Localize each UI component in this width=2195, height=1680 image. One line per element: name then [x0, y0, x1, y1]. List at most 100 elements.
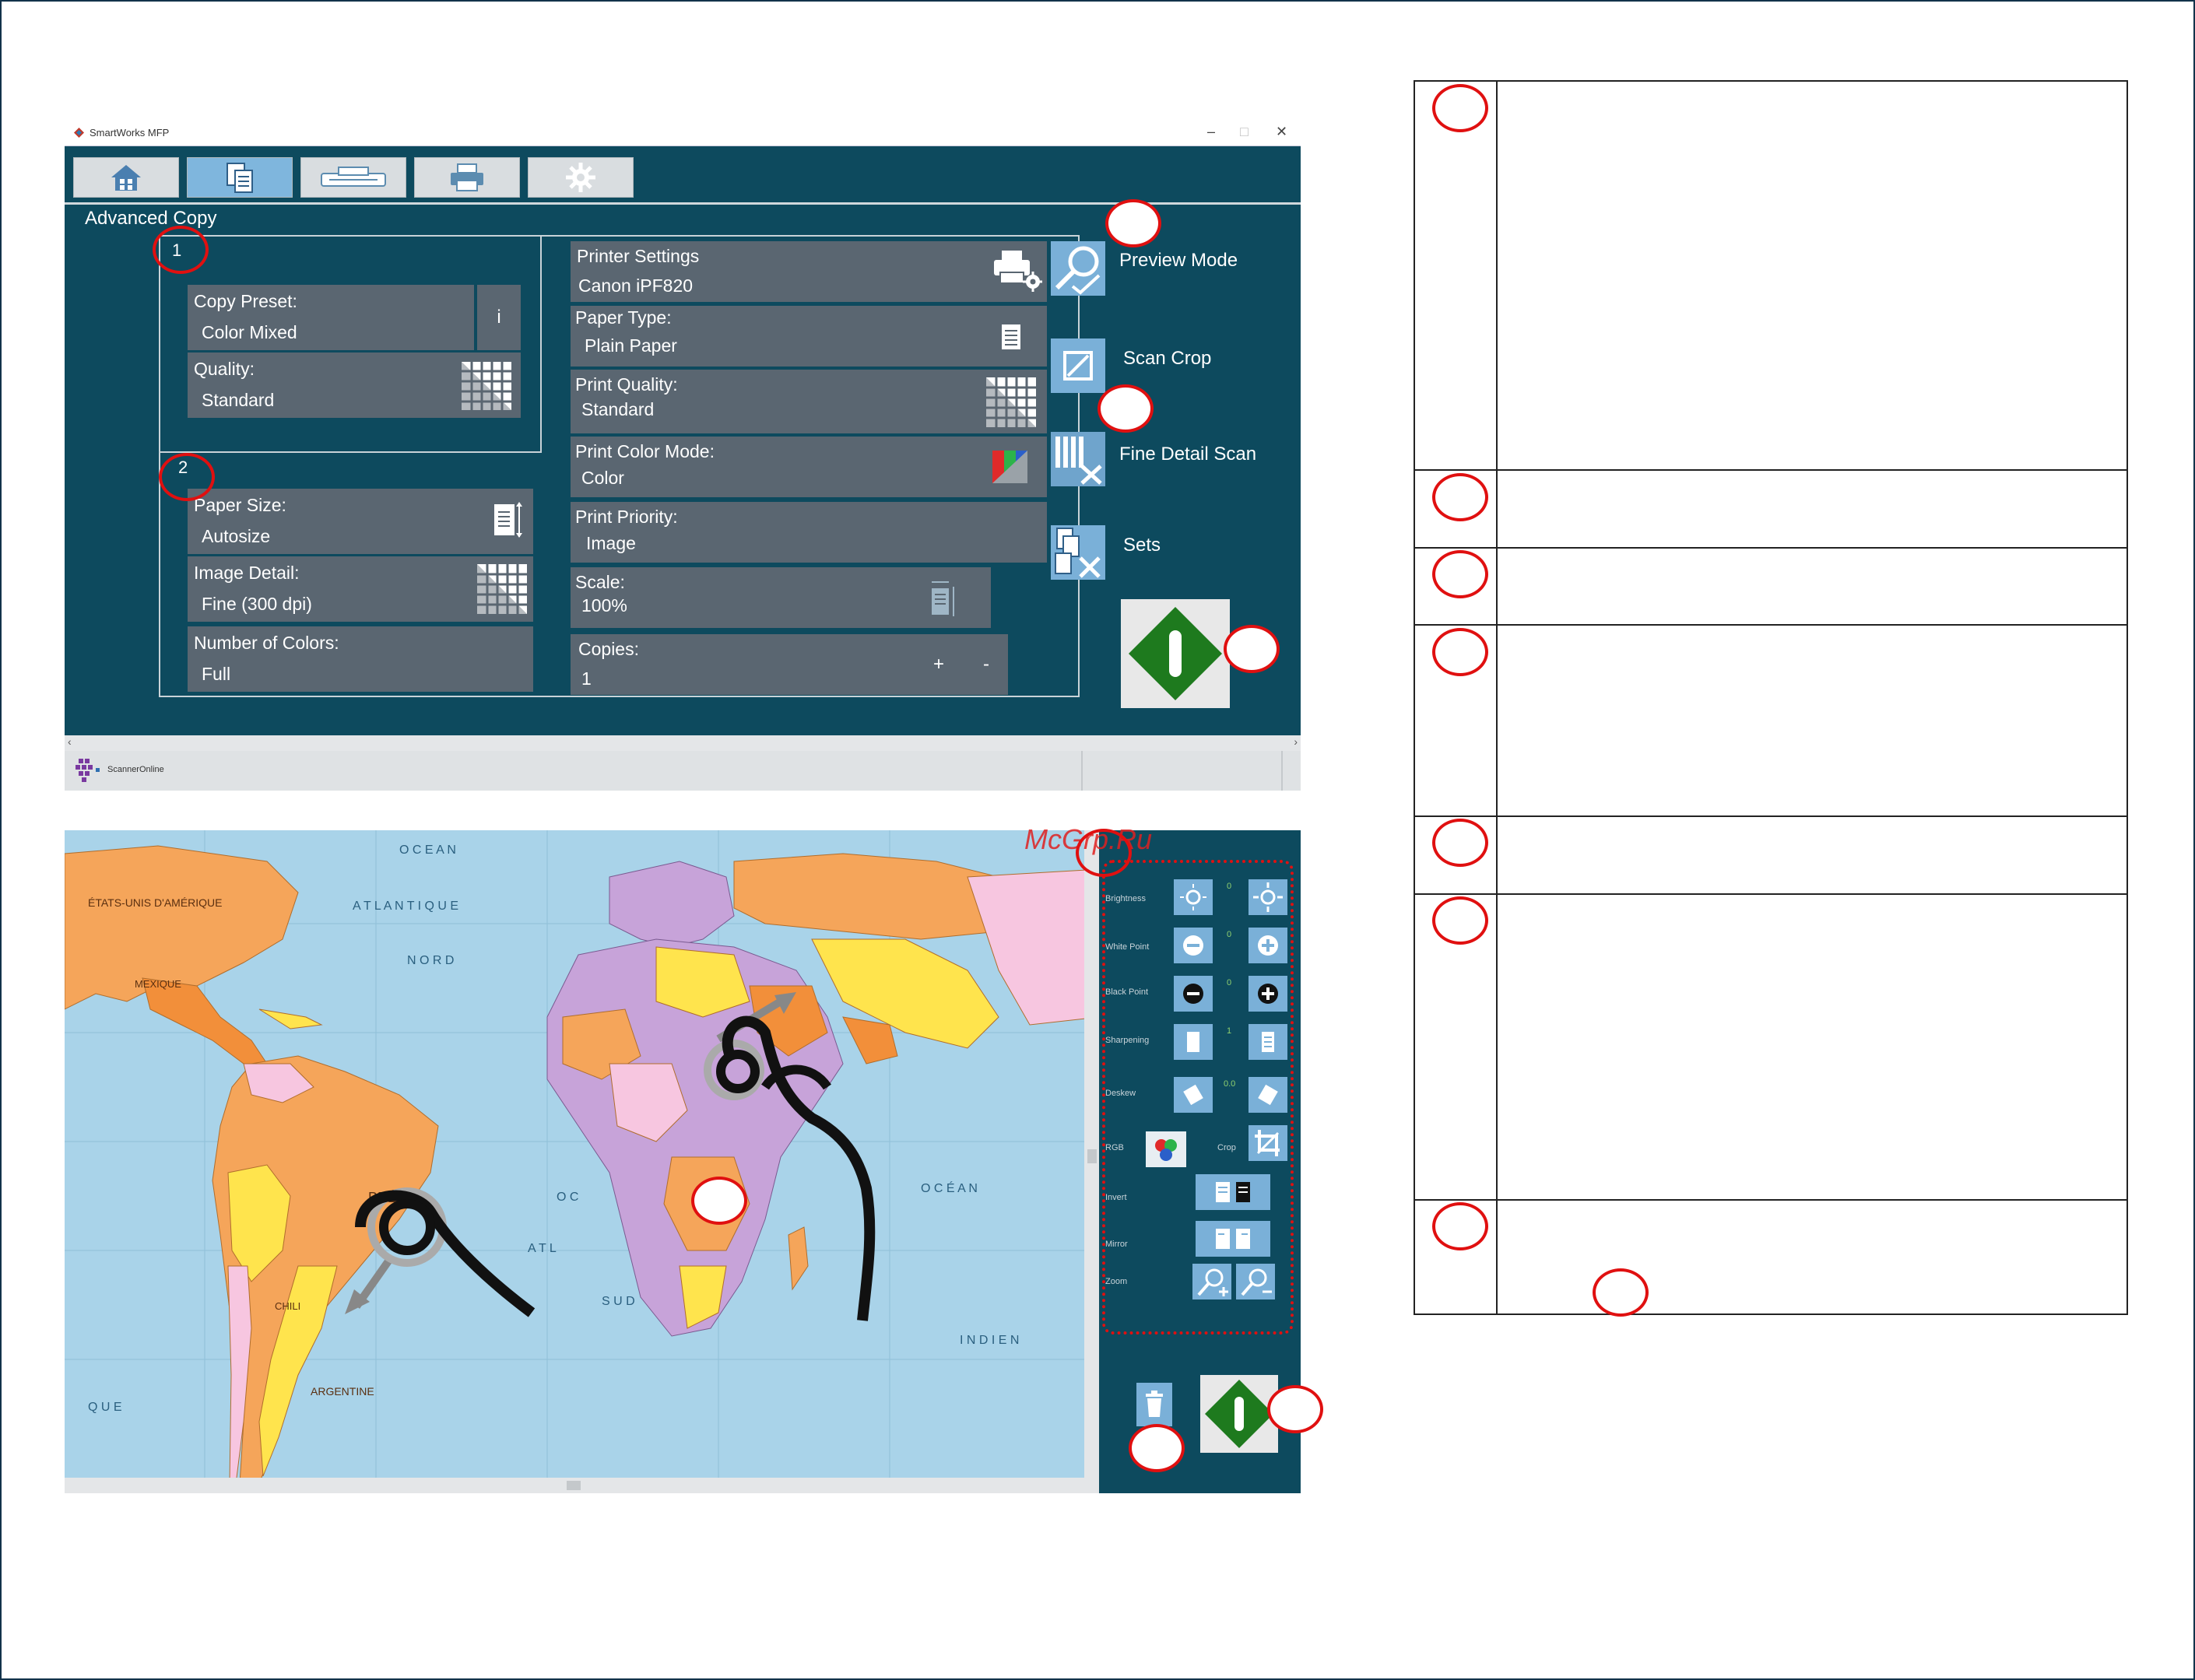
- copies-value: 1: [581, 668, 592, 689]
- scan-crop-label: Scan Crop: [1123, 348, 1212, 369]
- brightness-label: Brightness: [1105, 894, 1146, 903]
- map-label-ocean: O C E A N: [399, 844, 456, 857]
- quality-value: Standard: [202, 390, 275, 410]
- white-point-down-button[interactable]: [1174, 928, 1213, 963]
- zoom-in-button[interactable]: [1192, 1264, 1231, 1299]
- copies-minus-button[interactable]: -: [964, 634, 1008, 695]
- callout-circle: [691, 1177, 747, 1225]
- white-point-value: 0: [1227, 930, 1232, 939]
- trash-icon: [1146, 1391, 1163, 1417]
- status-bar: ScannerOnline: [65, 751, 1301, 791]
- number-of-colors-label: Number of Colors:: [194, 633, 339, 653]
- printer-gear-icon: [994, 251, 1042, 292]
- brightness-down-button[interactable]: [1174, 879, 1213, 915]
- callout-circle: [1432, 84, 1488, 132]
- print-priority-field[interactable]: Print Priority: Image: [571, 502, 1047, 563]
- start-copy-button[interactable]: [1121, 599, 1230, 708]
- white-point-label: White Point: [1105, 942, 1150, 952]
- zoom-in-icon: [1197, 1268, 1228, 1296]
- image-detail-field[interactable]: Image Detail: Fine (300 dpi): [188, 556, 533, 622]
- paper-size-label: Paper Size:: [194, 495, 286, 515]
- print-color-mode-value: Color: [581, 468, 624, 488]
- copy-icon: [227, 163, 253, 193]
- start-diamond-icon: [1129, 607, 1222, 700]
- scroll-left-icon[interactable]: ‹: [68, 735, 72, 748]
- map-label-mexique: MEXIQUE: [135, 978, 181, 990]
- tab-home[interactable]: [73, 157, 179, 198]
- deskew-value: 0.0: [1224, 1079, 1236, 1089]
- close-button[interactable]: ✕: [1276, 124, 1287, 140]
- print-quality-label: Print Quality:: [575, 374, 678, 395]
- invert-button[interactable]: [1196, 1174, 1270, 1210]
- paper-type-label: Paper Type:: [575, 307, 672, 328]
- status-divider: [1281, 751, 1283, 791]
- paper-size-field[interactable]: Paper Size: Autosize: [188, 489, 533, 554]
- callout-circle: [1129, 1424, 1185, 1472]
- paper-type-value: Plain Paper: [585, 335, 677, 356]
- quality-grid-icon: [462, 362, 511, 410]
- tab-scan[interactable]: [300, 157, 406, 198]
- number-of-colors-value: Full: [202, 664, 231, 684]
- zoom-out-icon: [1241, 1268, 1272, 1296]
- deskew-label: Deskew: [1105, 1089, 1136, 1098]
- scan-crop-button[interactable]: [1051, 338, 1105, 393]
- table-row: [1415, 817, 2127, 895]
- sharpening-down-button[interactable]: [1174, 1024, 1213, 1060]
- quality-field[interactable]: Quality: Standard: [188, 352, 521, 418]
- number-of-colors-field[interactable]: Number of Colors: Full: [188, 626, 533, 692]
- black-point-up-button[interactable]: [1249, 976, 1287, 1012]
- printer-settings-field[interactable]: Printer Settings Canon iPF820: [571, 241, 1047, 302]
- callout-circle: [159, 453, 215, 501]
- deskew-right-button[interactable]: [1249, 1077, 1287, 1113]
- scale-resize-button[interactable]: [917, 572, 971, 626]
- rgb-label: RGB: [1105, 1143, 1124, 1152]
- paper-type-field[interactable]: Paper Type: Plain Paper: [571, 306, 1047, 367]
- world-map-image: O C E A N A T L A N T I Q U E N O R D ÉT…: [65, 830, 1101, 1493]
- map-label-argentine: ARGENTINE: [311, 1385, 374, 1398]
- status-text: ScannerOnline: [107, 765, 164, 774]
- rgb-circles-icon: [1155, 1139, 1177, 1161]
- black-point-down-button[interactable]: [1174, 976, 1213, 1012]
- tab-copy[interactable]: [187, 157, 293, 198]
- deskew-left-button[interactable]: [1174, 1077, 1213, 1113]
- reference-table: [1414, 80, 2128, 1315]
- printer-settings-value: Canon iPF820: [578, 275, 694, 296]
- map-label-ocean-right: O C É A N: [921, 1180, 978, 1195]
- tab-print[interactable]: [414, 157, 520, 198]
- copies-plus-button[interactable]: +: [917, 634, 961, 695]
- copy-preset-label: Copy Preset:: [194, 291, 297, 311]
- brightness-value: 0: [1227, 882, 1232, 891]
- zoom-out-button[interactable]: [1236, 1264, 1275, 1299]
- brightness-up-button[interactable]: [1249, 879, 1287, 915]
- plus-circle-icon: [1258, 935, 1278, 956]
- rotate-left-icon: [1183, 1084, 1203, 1106]
- maximize-button[interactable]: □: [1240, 124, 1249, 140]
- tab-settings[interactable]: [528, 157, 634, 198]
- start-preview-copy-button[interactable]: [1200, 1375, 1278, 1453]
- white-point-up-button[interactable]: [1249, 928, 1287, 963]
- fine-detail-scan-button[interactable]: [1051, 432, 1105, 486]
- crop-label: Crop: [1217, 1143, 1236, 1152]
- print-color-mode-label: Print Color Mode:: [575, 441, 715, 461]
- horizontal-scrollbar[interactable]: ‹ ›: [65, 735, 1301, 751]
- preview-mode-button[interactable]: [1051, 241, 1105, 296]
- image-detail-label: Image Detail:: [194, 563, 300, 583]
- map-label-oc: O C: [557, 1191, 578, 1204]
- minimize-button[interactable]: –: [1207, 124, 1215, 140]
- mirror-label: Mirror: [1105, 1240, 1128, 1249]
- sharpening-up-button[interactable]: [1249, 1024, 1287, 1060]
- callout-circle: [1593, 1268, 1649, 1317]
- sets-button[interactable]: [1051, 525, 1105, 580]
- print-quality-field[interactable]: Print Quality: Standard: [571, 370, 1047, 433]
- crop-tool-button[interactable]: [1249, 1125, 1287, 1161]
- scroll-right-icon[interactable]: ›: [1294, 735, 1298, 748]
- section-title: Advanced Copy: [85, 208, 217, 229]
- image-detail-grid-icon: [477, 564, 527, 614]
- paper-size-icon: [494, 502, 522, 538]
- delete-scan-button[interactable]: [1136, 1383, 1172, 1426]
- mirror-button[interactable]: [1196, 1221, 1270, 1257]
- print-color-mode-field[interactable]: Print Color Mode: Color: [571, 437, 1047, 497]
- copy-preset-info-button[interactable]: i: [477, 285, 521, 350]
- rgb-button[interactable]: [1146, 1131, 1186, 1167]
- copy-preset-field[interactable]: Copy Preset: Color Mixed: [188, 285, 474, 350]
